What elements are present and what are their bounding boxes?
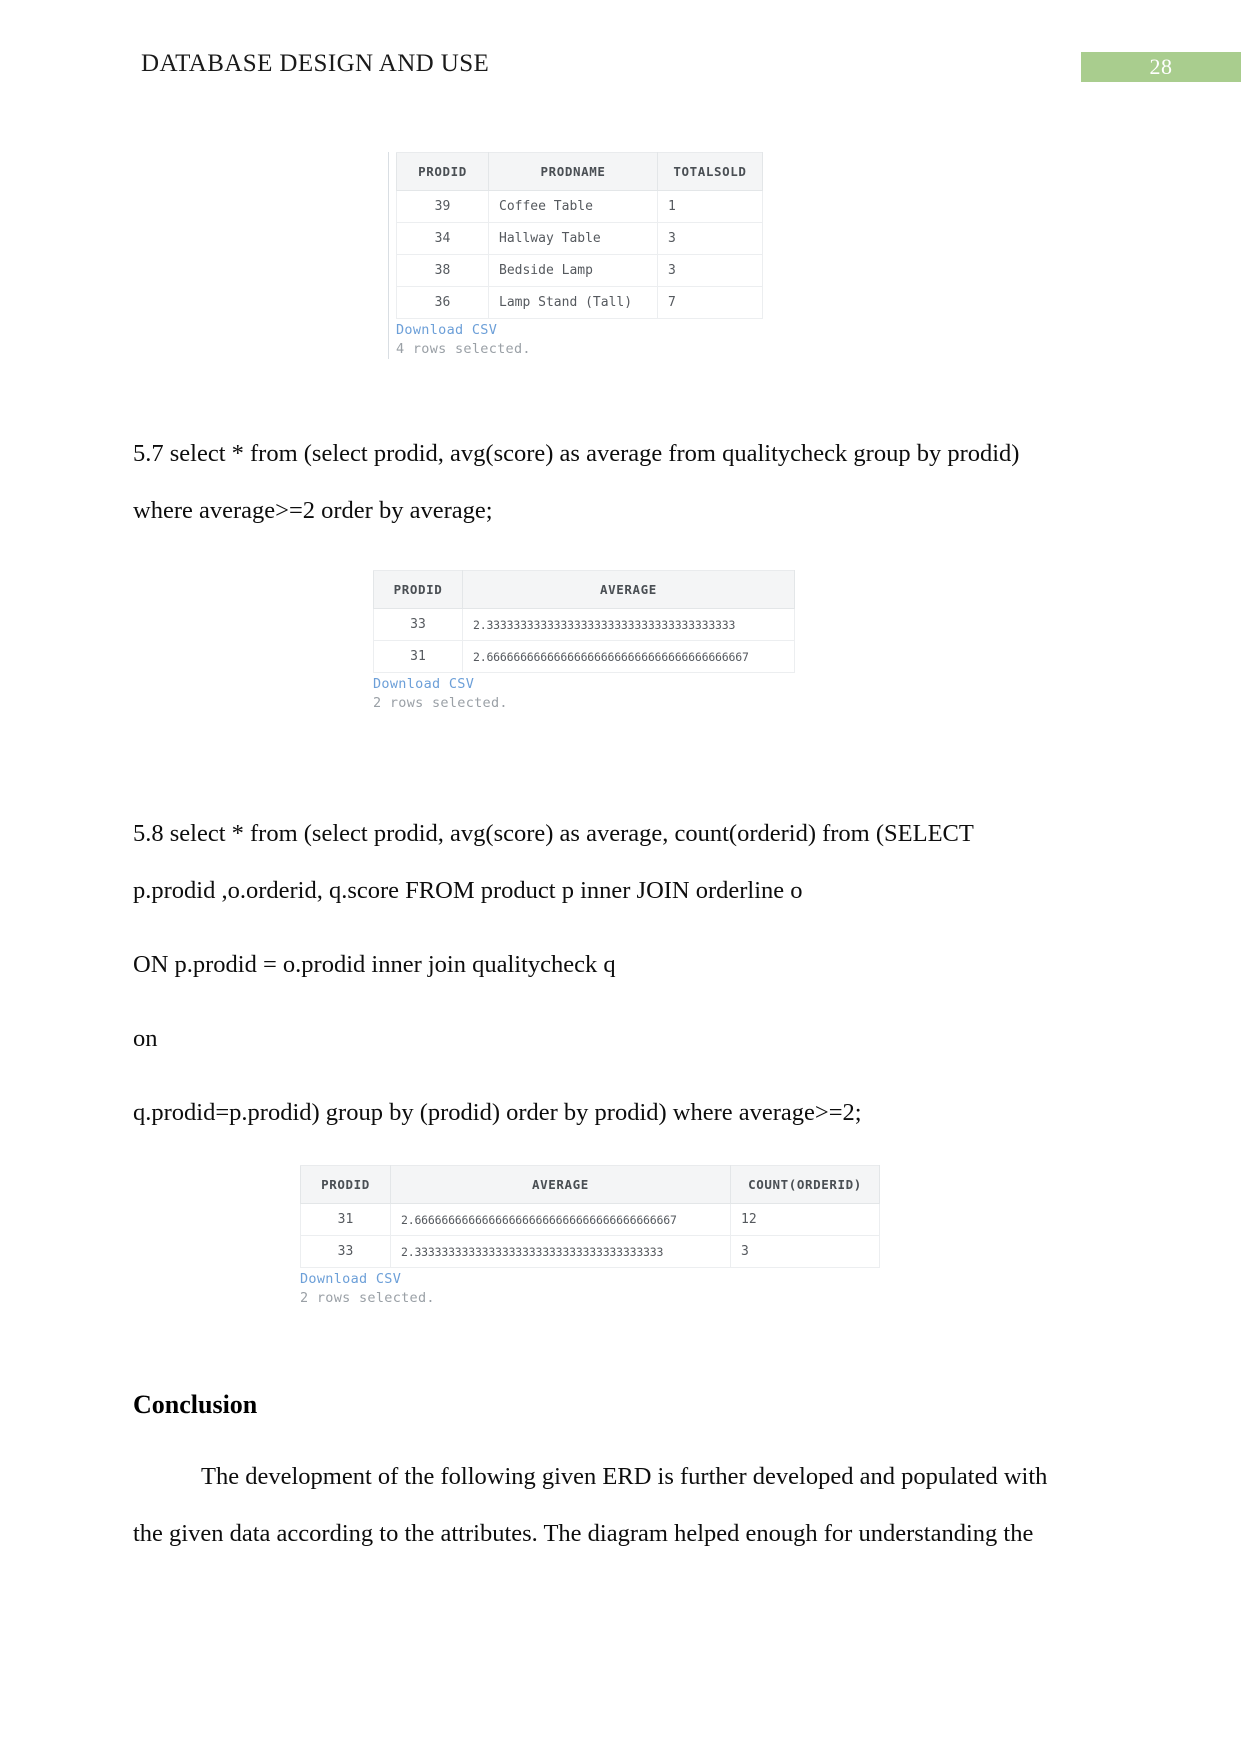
cell-prodid: 33 [373,608,463,641]
table-header-row: PRODID AVERAGE COUNT(ORDERID) [300,1165,880,1204]
table-row: 33 2.33333333333333333333333333333333333… [373,608,795,641]
cell-prodid: 36 [396,286,489,319]
column-header-prodid: PRODID [300,1165,391,1204]
table-row: 36 Lamp Stand (Tall) 7 [396,286,763,319]
query-5-8-line-3: ON p.prodid = o.prodid inner join qualit… [133,951,616,978]
column-header-average: AVERAGE [390,1165,731,1204]
sql-result-table: PRODID AVERAGE 33 2.33333333333333333333… [373,570,795,673]
query-5-7-line-2: where average>=2 order by average; [133,497,493,524]
header-title: DATABASE DESIGN AND USE [141,50,490,77]
page-number-badge: 28 [1081,52,1241,82]
cell-totalsold: 1 [657,190,763,223]
table-row: 31 2.66666666666666666666666666666666666… [373,640,795,673]
cell-totalsold: 3 [657,254,763,287]
query-5-8-line-4: on [133,1025,158,1052]
page-header: DATABASE DESIGN AND USE 28 [0,50,1241,84]
column-header-average: AVERAGE [462,570,795,609]
cell-prodname: Bedside Lamp [488,254,658,287]
column-header-count-orderid: COUNT(ORDERID) [730,1165,880,1204]
column-header-prodid: PRODID [396,152,489,191]
table-row: 34 Hallway Table 3 [396,222,763,255]
cell-totalsold: 7 [657,286,763,319]
cell-count-orderid: 12 [730,1203,880,1236]
download-csv-link[interactable]: Download CSV [373,676,795,692]
table-row: 38 Bedside Lamp 3 [396,254,763,287]
table-row: 33 2.33333333333333333333333333333333333… [300,1235,880,1268]
cell-prodid: 34 [396,222,489,255]
query-5-8-line-5: q.prodid=p.prodid) group by (prodid) ord… [133,1099,862,1126]
cell-prodid: 38 [396,254,489,287]
column-header-totalsold: TOTALSOLD [657,152,763,191]
rows-selected-status: 2 rows selected. [300,1290,435,1306]
left-rule [388,152,389,359]
cell-prodid: 33 [300,1235,391,1268]
result-table-totalsold: PRODID PRODNAME TOTALSOLD 39 Coffee Tabl… [388,152,763,359]
conclusion-paragraph-line-1: The development of the following given E… [201,1463,1048,1490]
download-csv-link[interactable]: Download CSV [396,322,763,338]
cell-totalsold: 3 [657,222,763,255]
table-row: 39 Coffee Table 1 [396,190,763,223]
query-5-8-line-1: 5.8 select * from (select prodid, avg(sc… [133,820,974,847]
cell-prodname: Lamp Stand (Tall) [488,286,658,319]
cell-average: 2.66666666666666666666666666666666666666… [390,1203,731,1236]
result-table-average: PRODID AVERAGE 33 2.33333333333333333333… [373,570,795,711]
document-page: DATABASE DESIGN AND USE 28 PRODID PRODNA… [0,0,1241,1754]
conclusion-heading: Conclusion [133,1390,258,1419]
cell-prodid: 31 [300,1203,391,1236]
rows-selected-status: 2 rows selected. [373,695,508,711]
cell-prodid: 39 [396,190,489,223]
cell-average: 2.3333333333333333333333333333333333333 [390,1235,731,1268]
table-row: 31 2.66666666666666666666666666666666666… [300,1203,880,1236]
column-header-prodid: PRODID [373,570,463,609]
cell-prodname: Hallway Table [488,222,658,255]
result-table-average-count: PRODID AVERAGE COUNT(ORDERID) 31 2.66666… [300,1165,880,1306]
table-header-row: PRODID AVERAGE [373,570,795,609]
column-header-prodname: PRODNAME [488,152,658,191]
cell-prodid: 31 [373,640,463,673]
table-header-row: PRODID PRODNAME TOTALSOLD [396,152,763,191]
cell-average: 2.66666666666666666666666666666666666666… [462,640,795,673]
query-5-8-line-2: p.prodid ,o.orderid, q.score FROM produc… [133,877,803,904]
sql-result-table: PRODID AVERAGE COUNT(ORDERID) 31 2.66666… [300,1165,880,1268]
rows-selected-status: 4 rows selected. [396,341,531,357]
conclusion-paragraph-line-2: the given data according to the attribut… [133,1520,1034,1547]
cell-prodname: Coffee Table [488,190,658,223]
cell-count-orderid: 3 [730,1235,880,1268]
sql-result-table: PRODID PRODNAME TOTALSOLD 39 Coffee Tabl… [396,152,763,319]
download-csv-link[interactable]: Download CSV [300,1271,880,1287]
query-5-7-line-1: 5.7 select * from (select prodid, avg(sc… [133,440,1020,467]
cell-average: 2.3333333333333333333333333333333333333 [462,608,795,641]
